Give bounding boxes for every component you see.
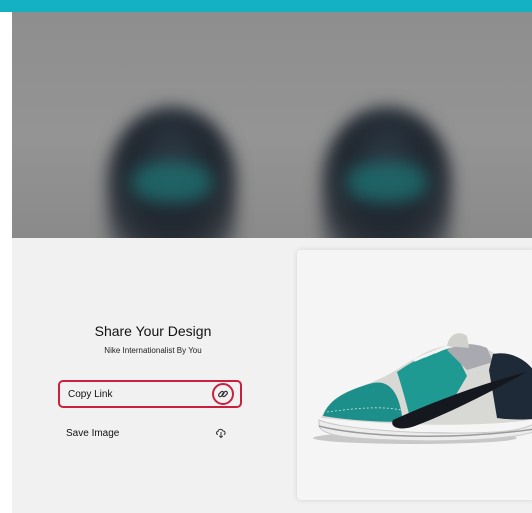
share-title: Share Your Design <box>94 323 212 339</box>
link-icon[interactable] <box>212 383 234 405</box>
save-image-label: Save Image <box>66 427 120 439</box>
sneaker-image <box>313 333 532 444</box>
save-image-button[interactable]: Save Image <box>58 419 242 447</box>
blurred-right-shoe <box>322 107 452 238</box>
shoe-preview-card <box>297 250 532 500</box>
copy-link-button[interactable]: Copy Link <box>58 380 242 408</box>
share-subtitle: Nike Internationalist By You <box>104 346 202 355</box>
share-panel: Share Your Design Nike Internationalist … <box>12 238 294 513</box>
download-icon[interactable] <box>210 422 232 444</box>
shoe-hero-image <box>12 12 532 238</box>
blurred-left-shoe <box>107 107 237 238</box>
copy-link-label: Copy Link <box>68 388 113 400</box>
top-accent-bar <box>0 0 532 12</box>
